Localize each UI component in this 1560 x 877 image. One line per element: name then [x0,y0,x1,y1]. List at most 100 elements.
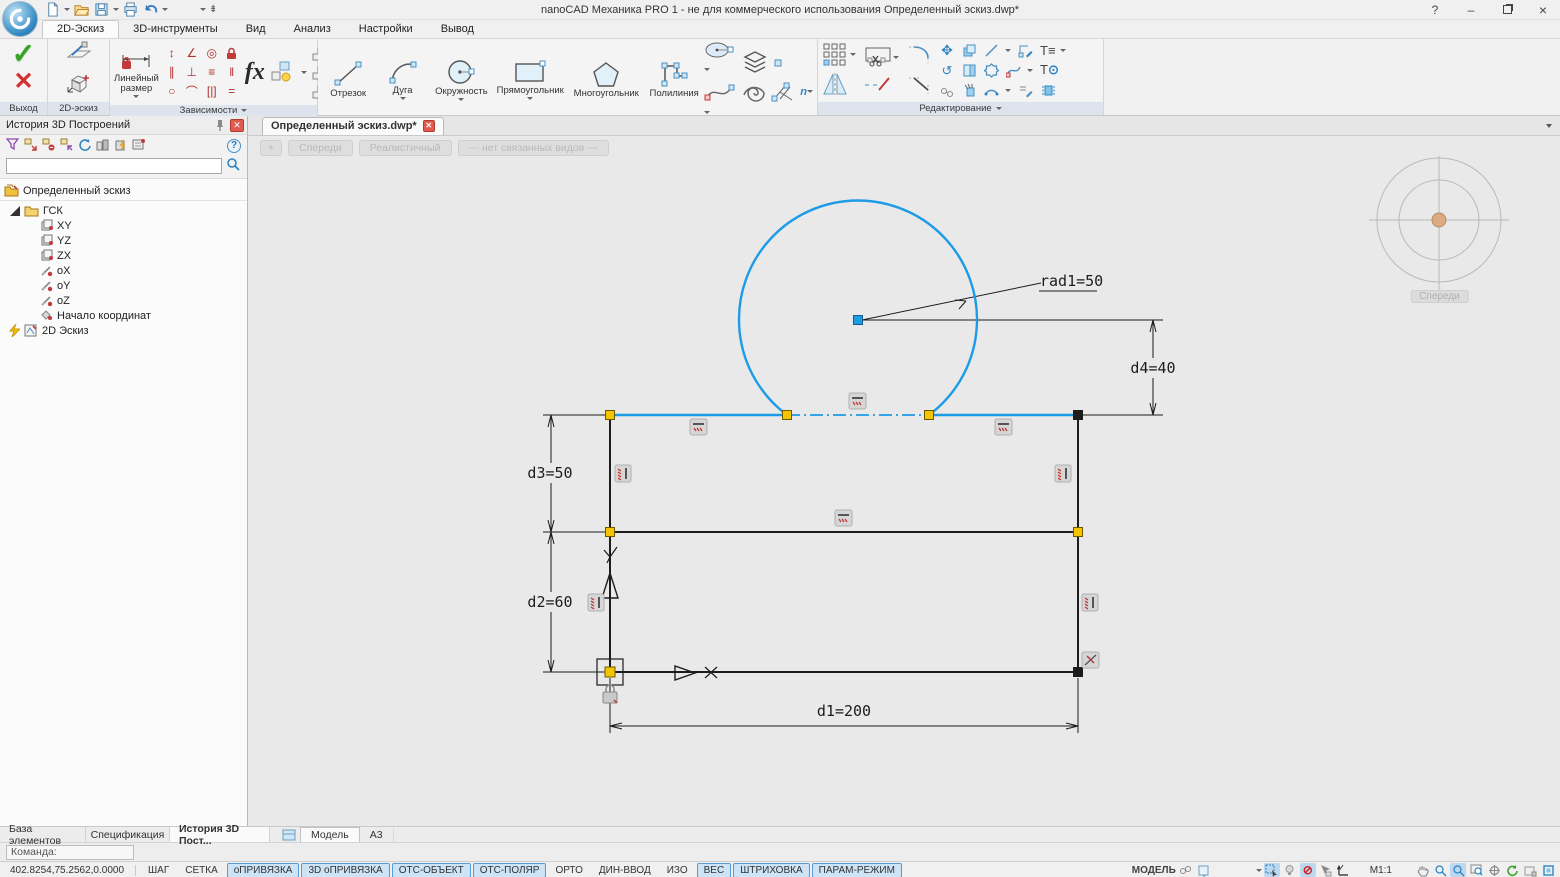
ucs-icon[interactable] [1336,863,1352,877]
layout-list-icon[interactable] [282,829,296,841]
command-prompt[interactable]: Команда: [6,845,134,860]
arc-edit-dropdown-icon[interactable] [1005,89,1011,92]
text-tool-icon[interactable]: T≡ [1040,43,1056,58]
help-icon[interactable]: ? [227,139,241,153]
undo-button[interactable] [142,2,159,18]
zoom-icon[interactable] [1432,863,1448,877]
tab-history-3d[interactable]: История 3D Пост... [170,827,270,842]
qat-customize-icon[interactable]: ⇟ [209,4,217,15]
tab-list-dropdown-icon[interactable] [1546,124,1552,128]
fullscreen-icon[interactable] [1540,863,1556,877]
tree-item-xy[interactable]: XY [0,218,247,233]
copy-tool-icon[interactable] [961,43,977,59]
toggle-lineweight[interactable]: ВЕС [697,863,732,877]
fx-parameters-button[interactable]: fx [245,59,265,86]
toggle-iso[interactable]: ИЗО [660,863,695,877]
dependencies-icon[interactable] [96,138,109,154]
show-constraints-dropdown-icon[interactable] [301,71,307,74]
constraint-lock-icon[interactable] [224,45,240,61]
tab-output[interactable]: Вывод [427,21,488,38]
spline-edit-dropdown-icon[interactable] [1027,69,1033,72]
constraint-badges[interactable] [588,393,1099,668]
new-file-button[interactable] [44,2,61,18]
rebuild-icon[interactable] [114,138,127,154]
chamfer-tool-icon[interactable] [906,74,932,99]
scale-tool-icon[interactable] [961,63,977,79]
explode-tool-icon[interactable] [961,83,977,99]
sketch-circle-and-topline[interactable] [610,201,1078,415]
join-tool-icon[interactable] [939,83,955,99]
linked-views-button[interactable]: --- нет связанных видов --- [458,140,609,156]
toggle-snap[interactable]: ШАГ [141,863,176,877]
tree-item-oy[interactable]: oY [0,278,247,293]
tree-item-gsk[interactable]: ГСК [0,203,247,218]
constraint-symmetric-icon[interactable]: [|] [204,83,220,99]
cancel-sketch-button[interactable]: ✕ [13,71,33,93]
open-file-button[interactable] [73,2,90,18]
spiral-tool-icon[interactable] [742,81,768,108]
view-orientation-button[interactable]: Спереди [288,140,353,156]
save-button[interactable] [93,2,110,18]
constraint-parallel-icon[interactable]: ∥ [164,64,180,80]
tab-3d-tools[interactable]: 3D-инструменты [119,21,232,38]
text-point-tool-icon[interactable]: T⊙ [1040,62,1066,78]
toggle-dyn-input[interactable]: ДИН-ВВОД [592,863,658,877]
spline-edit-tool-icon[interactable] [1005,63,1021,79]
layers-tool-icon[interactable] [742,50,768,77]
close-button[interactable]: × [1526,1,1560,19]
show-constraints-button[interactable] [270,58,296,87]
array-tool-icon[interactable] [822,42,856,66]
help-button[interactable]: ? [1418,1,1452,19]
edit-sketch-button[interactable] [66,41,92,66]
polyline-tool-button[interactable]: Полилиния [646,48,702,110]
constraint-tangent-icon[interactable]: ⌒ [184,83,200,99]
constraint-horizontal-icon[interactable]: ≡ [204,64,220,80]
tree-item-origin[interactable]: Начало координат [0,308,247,323]
circle-tool-button[interactable]: Окружность [431,48,492,110]
accept-sketch-button[interactable]: ✓ [12,41,35,67]
zoom-window-icon[interactable] [1468,863,1484,877]
circle-dropdown-icon[interactable] [458,98,464,101]
tab-settings[interactable]: Настройки [345,21,427,38]
pan-icon[interactable] [1414,863,1430,877]
move-tool-icon[interactable]: ✥ [939,43,955,59]
status-dropdown-icon[interactable] [1256,869,1262,872]
disable-icon[interactable]: ⊘ [1300,863,1316,877]
tree-item-zx[interactable]: ZX [0,248,247,263]
tree-item-yz[interactable]: YZ [0,233,247,248]
constraint-concentric-icon[interactable]: ◎ [204,45,220,61]
cursor-tooltip-icon[interactable] [1318,863,1334,877]
selection-frame-tool-icon[interactable] [1040,82,1056,98]
refresh-icon[interactable] [78,138,91,154]
toggle-otrack[interactable]: ОТС-ОБЪЕКТ [392,863,471,877]
app-logo-icon[interactable] [2,1,38,37]
constraint-fix-icon[interactable]: ○ [164,83,180,99]
toggle-3d-osnap[interactable]: 3D оПРИВЯЗКА [301,863,389,877]
construction-line-tool-icon[interactable]: n [770,81,813,103]
constraint-perpendicular-icon[interactable]: ⊥ [184,64,200,80]
save-view-icon[interactable] [1522,863,1538,877]
line-tool-button[interactable]: Отрезок [322,48,374,110]
tree-item-ox[interactable]: oX [0,263,247,278]
sheet-icon[interactable] [1196,863,1212,877]
ellipse-dropdown-icon[interactable] [704,68,710,71]
text-dropdown-icon[interactable] [1060,49,1066,52]
editing-group-dropdown-icon[interactable] [996,107,1002,110]
offset-tool-icon[interactable] [983,63,999,79]
search-icon[interactable] [226,157,241,175]
drawing-canvas[interactable]: + Спереди Реалистичный --- нет связанных… [248,136,1560,826]
tab-2d-sketch[interactable]: 2D-Эскиз [42,20,119,38]
tab-specification[interactable]: Спецификация [86,827,170,842]
point-tool-icon[interactable] [770,56,813,73]
constraint-vertical-icon[interactable]: ‖ [224,64,240,80]
toggle-polar[interactable]: ОТС-ПОЛЯР [473,863,547,877]
arc-tool-button[interactable]: Дуга [376,48,428,110]
tree-item-oz[interactable]: oZ [0,293,247,308]
regen-icon[interactable] [1504,863,1520,877]
constraint-vertical-dim-icon[interactable]: ↕ [164,45,180,61]
linear-dimension-button[interactable]: Линейный размер [114,41,159,103]
construction-dropdown-icon[interactable] [807,90,813,93]
expand-all-icon[interactable] [60,138,73,154]
toggle-osnap[interactable]: оПРИВЯЗКА [227,863,300,877]
trim-tool-icon[interactable] [863,46,899,68]
